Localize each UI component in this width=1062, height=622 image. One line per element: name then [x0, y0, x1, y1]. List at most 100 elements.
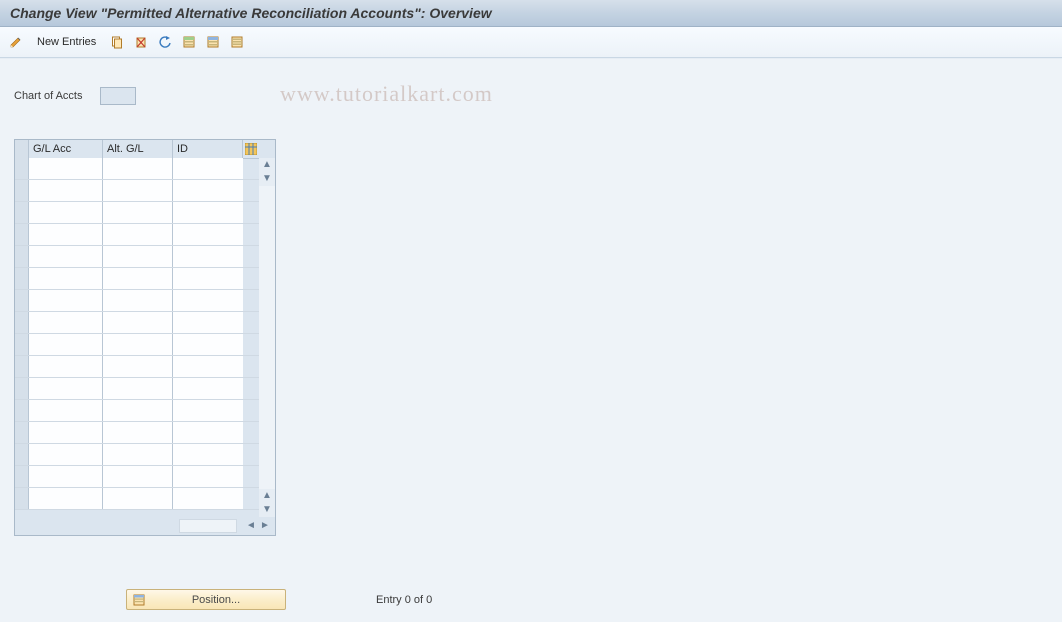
cell-alt-gl[interactable]: [103, 466, 173, 487]
cell-id[interactable]: [173, 378, 243, 399]
row-selector[interactable]: [15, 488, 29, 509]
cell-gl-acc[interactable]: [29, 488, 103, 509]
row-selector[interactable]: [15, 180, 29, 201]
cell-alt-gl[interactable]: [103, 334, 173, 355]
cell-gl-acc[interactable]: [29, 224, 103, 245]
cell-gl-acc[interactable]: [29, 290, 103, 311]
cell-alt-gl[interactable]: [103, 224, 173, 245]
cell-id[interactable]: [173, 422, 243, 443]
position-icon: [133, 593, 147, 607]
cell-id[interactable]: [173, 158, 243, 179]
chart-of-accts-label: Chart of Accts: [14, 90, 82, 102]
scroll-up-step-icon[interactable]: ▲: [260, 489, 274, 503]
cell-id[interactable]: [173, 180, 243, 201]
cell-id[interactable]: [173, 224, 243, 245]
row-selector[interactable]: [15, 246, 29, 267]
cell-id[interactable]: [173, 466, 243, 487]
cell-alt-gl[interactable]: [103, 444, 173, 465]
deselect-all-icon[interactable]: [227, 32, 247, 52]
hscroll-track[interactable]: [179, 519, 237, 533]
hscroll-right-icon[interactable]: ►: [259, 520, 271, 532]
cell-id[interactable]: [173, 444, 243, 465]
row-selector[interactable]: [15, 444, 29, 465]
new-entries-button[interactable]: New Entries: [30, 31, 103, 53]
column-header-id[interactable]: ID: [173, 140, 243, 158]
cell-alt-gl[interactable]: [103, 356, 173, 377]
row-selector[interactable]: [15, 290, 29, 311]
table-row: [15, 356, 259, 378]
chart-of-accts-value: [100, 87, 136, 105]
cell-alt-gl[interactable]: [103, 158, 173, 179]
cell-gl-acc[interactable]: [29, 422, 103, 443]
row-selector[interactable]: [15, 466, 29, 487]
position-button[interactable]: Position...: [126, 589, 286, 610]
cell-alt-gl[interactable]: [103, 246, 173, 267]
column-header-alt-gl[interactable]: Alt. G/L: [103, 140, 173, 158]
table-row: [15, 312, 259, 334]
cell-gl-acc[interactable]: [29, 356, 103, 377]
row-selector[interactable]: [15, 268, 29, 289]
cell-alt-gl[interactable]: [103, 180, 173, 201]
cell-gl-acc[interactable]: [29, 466, 103, 487]
row-selector[interactable]: [15, 422, 29, 443]
table-row: [15, 466, 259, 488]
cell-alt-gl[interactable]: [103, 378, 173, 399]
cell-alt-gl[interactable]: [103, 268, 173, 289]
cell-id[interactable]: [173, 290, 243, 311]
chart-of-accts-field: Chart of Accts: [14, 87, 136, 105]
toggle-display-change-icon[interactable]: [6, 32, 26, 52]
cell-alt-gl[interactable]: [103, 202, 173, 223]
cell-alt-gl[interactable]: [103, 312, 173, 333]
table-row: [15, 246, 259, 268]
cell-gl-acc[interactable]: [29, 312, 103, 333]
scroll-down-icon[interactable]: ▼: [260, 503, 274, 517]
table-row: [15, 422, 259, 444]
cell-gl-acc[interactable]: [29, 158, 103, 179]
table-horizontal-scrollbar[interactable]: ◄ ►: [15, 517, 275, 535]
cell-gl-acc[interactable]: [29, 180, 103, 201]
table-row: [15, 444, 259, 466]
cell-gl-acc[interactable]: [29, 400, 103, 421]
cell-gl-acc[interactable]: [29, 268, 103, 289]
row-selector[interactable]: [15, 202, 29, 223]
cell-id[interactable]: [173, 202, 243, 223]
table-vertical-scrollbar[interactable]: ▲ ▼ ▲ ▼: [259, 158, 275, 517]
select-all-icon[interactable]: [179, 32, 199, 52]
undo-change-icon[interactable]: [155, 32, 175, 52]
cell-gl-acc[interactable]: [29, 202, 103, 223]
cell-alt-gl[interactable]: [103, 422, 173, 443]
scroll-track[interactable]: [259, 186, 275, 489]
delete-icon[interactable]: [131, 32, 151, 52]
row-selector[interactable]: [15, 158, 29, 179]
row-selector[interactable]: [15, 312, 29, 333]
scroll-down-step-icon[interactable]: ▼: [260, 172, 274, 186]
cell-id[interactable]: [173, 334, 243, 355]
cell-id[interactable]: [173, 356, 243, 377]
cell-alt-gl[interactable]: [103, 290, 173, 311]
table-row: [15, 158, 259, 180]
cell-id[interactable]: [173, 488, 243, 509]
scroll-up-icon[interactable]: ▲: [260, 158, 274, 172]
cell-gl-acc[interactable]: [29, 246, 103, 267]
row-selector[interactable]: [15, 378, 29, 399]
cell-alt-gl[interactable]: [103, 400, 173, 421]
row-selector[interactable]: [15, 400, 29, 421]
cell-id[interactable]: [173, 246, 243, 267]
cell-id[interactable]: [173, 312, 243, 333]
select-block-icon[interactable]: [203, 32, 223, 52]
cell-gl-acc[interactable]: [29, 444, 103, 465]
select-all-rows-corner[interactable]: [15, 140, 29, 158]
table-configure-icon[interactable]: [243, 140, 259, 158]
copy-as-icon[interactable]: [107, 32, 127, 52]
row-selector[interactable]: [15, 224, 29, 245]
cell-id[interactable]: [173, 268, 243, 289]
cell-alt-gl[interactable]: [103, 488, 173, 509]
row-selector[interactable]: [15, 334, 29, 355]
hscroll-left-icon[interactable]: ◄: [245, 520, 257, 532]
cell-id[interactable]: [173, 400, 243, 421]
table-row: [15, 378, 259, 400]
column-header-gl-acc[interactable]: G/L Acc: [29, 140, 103, 158]
cell-gl-acc[interactable]: [29, 378, 103, 399]
cell-gl-acc[interactable]: [29, 334, 103, 355]
row-selector[interactable]: [15, 356, 29, 377]
